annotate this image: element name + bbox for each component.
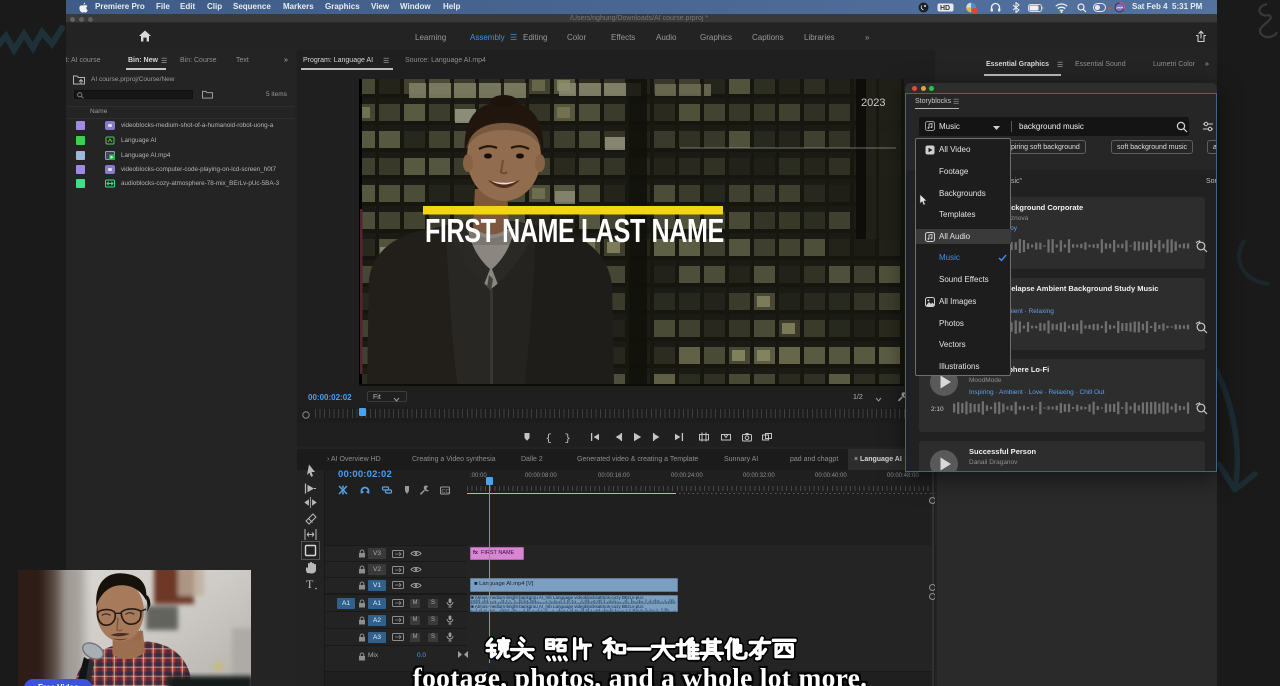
svg-text:}: } (565, 433, 571, 443)
svg-text:CC: CC (442, 489, 450, 495)
svg-text:{: { (546, 433, 552, 443)
svg-text:FIRST NAME LAST NAME: FIRST NAME LAST NAME (425, 213, 724, 250)
svg-text:HD: HD (940, 5, 950, 12)
svg-text:2023: 2023 (861, 97, 885, 109)
svg-text:T: T (306, 577, 314, 591)
